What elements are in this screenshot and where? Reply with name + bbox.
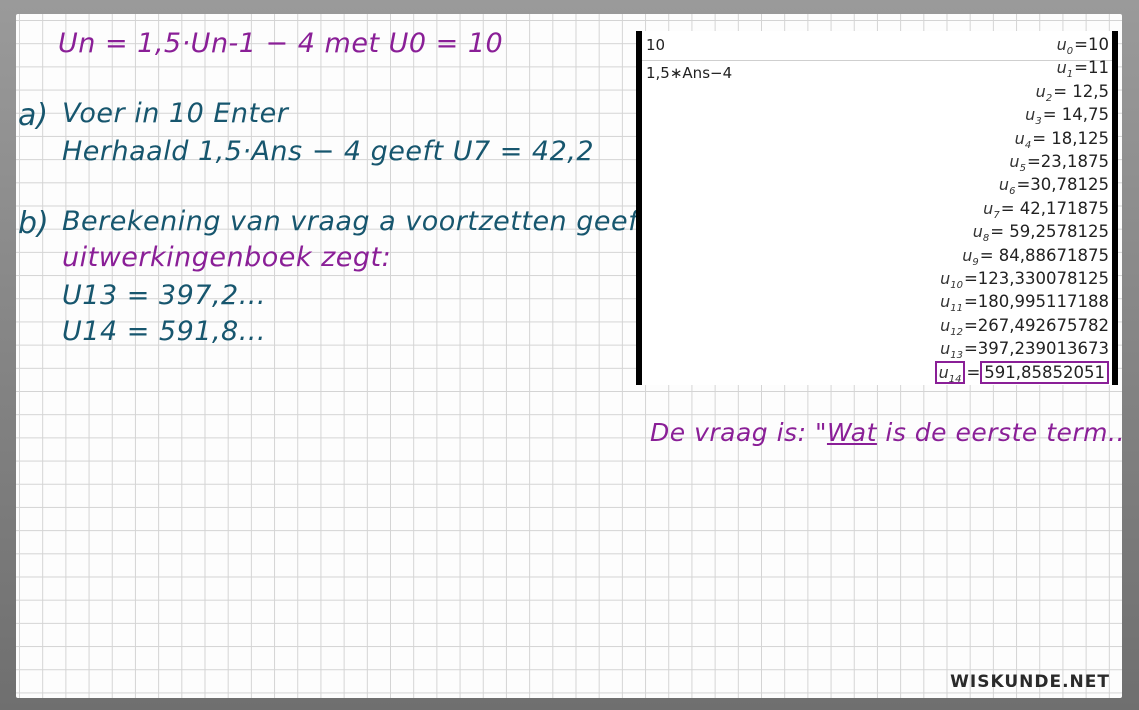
calc-result-label: u12 (940, 315, 963, 338)
calc-result-value: 591,85852051 (980, 360, 1109, 384)
calc-result-row: u3= 14,75 (1025, 105, 1109, 127)
calc-result-row: u8= 59,2578125 (973, 222, 1109, 244)
calc-result-row: u5=23,1875 (1009, 152, 1109, 174)
calc-result-row: u13=397,239013673 (940, 339, 1109, 361)
calc-result-equals: = (966, 362, 981, 382)
calc-result-label: u5 (1009, 152, 1026, 175)
calc-divider (642, 60, 1112, 61)
calc-result-label: u2 (1035, 81, 1053, 104)
calc-result-value: = 84,88671875 (979, 245, 1109, 265)
calc-result-row: u6=30,78125 (999, 175, 1109, 197)
grid-paper-sheet: Un = 1,5·Un-1 − 4 met U0 = 10 a) Voer in… (16, 14, 1122, 698)
calc-result-row: u2= 12,5 (1036, 82, 1109, 104)
part-a-label: a) (18, 98, 49, 133)
calc-result-row: u12=267,492675782 (940, 316, 1109, 338)
calc-result-value: =267,492675782 (963, 315, 1109, 335)
calc-result-value: = 14,75 (1042, 105, 1109, 125)
calc-result-row: u4= 18,125 (1015, 129, 1109, 151)
calc-result-label: u10 (940, 269, 963, 292)
calc-result-value: = 42,171875 (1000, 198, 1109, 218)
calc-result-label: u14 (934, 360, 966, 385)
calc-result-label: u11 (940, 292, 963, 315)
part-b-line4: U14 = 591,8... (62, 316, 266, 347)
calc-result-value: =30,78125 (1016, 175, 1109, 195)
video-frame: Un = 1,5·Un-1 − 4 met U0 = 10 a) Voer in… (0, 0, 1139, 710)
part-a-line1: Voer in 10 Enter (62, 98, 289, 129)
calc-result-value: =11 (1074, 58, 1109, 78)
watermark-logo: WISKUNDE.NET (950, 672, 1110, 692)
calc-result-row: u9= 84,88671875 (962, 246, 1109, 268)
calc-result-label: u9 (962, 245, 979, 268)
calc-result-label: u4 (1014, 128, 1032, 151)
question-prefix: De vraag is: " (650, 418, 827, 447)
part-b-line1: Berekening van vraag a voortzetten geeft (62, 206, 650, 237)
part-b-line3: U13 = 397,2... (62, 280, 266, 311)
calc-result-value: =10 (1074, 35, 1109, 54)
calc-result-row: u1=11 (1057, 58, 1109, 80)
question-note: De vraag is: "Wat is de eerste term..." (650, 418, 1122, 447)
calc-result-row: u11=180,995117188 (940, 292, 1109, 314)
calc-result-row: u10=123,330078125 (940, 269, 1109, 291)
calc-result-row: u0=10 (1057, 35, 1109, 57)
calc-result-label: u13 (940, 339, 963, 362)
part-b-label: b) (18, 206, 49, 241)
calc-result-row: u7= 42,171875 (983, 199, 1109, 221)
part-a-line2: Herhaald 1,5·Ans − 4 geeft U7 = 42,2 (62, 136, 595, 167)
calc-result-label: u7 (983, 198, 1000, 221)
calc-result-value: = 18,125 (1032, 128, 1109, 148)
calc-result-label: u1 (1056, 58, 1074, 81)
calc-result-label: u6 (998, 175, 1016, 198)
calc-result-label: u8 (972, 222, 990, 245)
calc-result-value: = 59,2578125 (990, 222, 1109, 242)
calc-input-1: 10 (646, 36, 666, 54)
question-suffix: is de eerste term..." (876, 418, 1122, 447)
question-underlined-word: Wat (826, 418, 877, 447)
recurrence-formula: Un = 1,5·Un-1 − 4 met U0 = 10 (58, 28, 504, 59)
calc-result-value: =123,330078125 (963, 269, 1109, 288)
calc-result-value: = 12,5 (1053, 81, 1109, 101)
calc-result-row: u14 = 591,85852051 (934, 360, 1109, 385)
calc-result-value: =23,1875 (1026, 152, 1109, 171)
calc-result-label: u0 (1056, 35, 1074, 58)
calc-result-value: =397,239013673 (963, 339, 1109, 359)
calc-input-2: 1,5∗Ans−4 (646, 64, 733, 82)
calculator-screenshot: 10 1,5∗Ans−4 u0=10 u1=11 u2= 12,5 u3= 14,75… (636, 31, 1118, 385)
calc-result-label: u3 (1025, 105, 1042, 128)
part-b-line2: uitwerkingenboek zegt: (62, 242, 392, 273)
calc-result-value: =180,995117188 (963, 292, 1109, 312)
